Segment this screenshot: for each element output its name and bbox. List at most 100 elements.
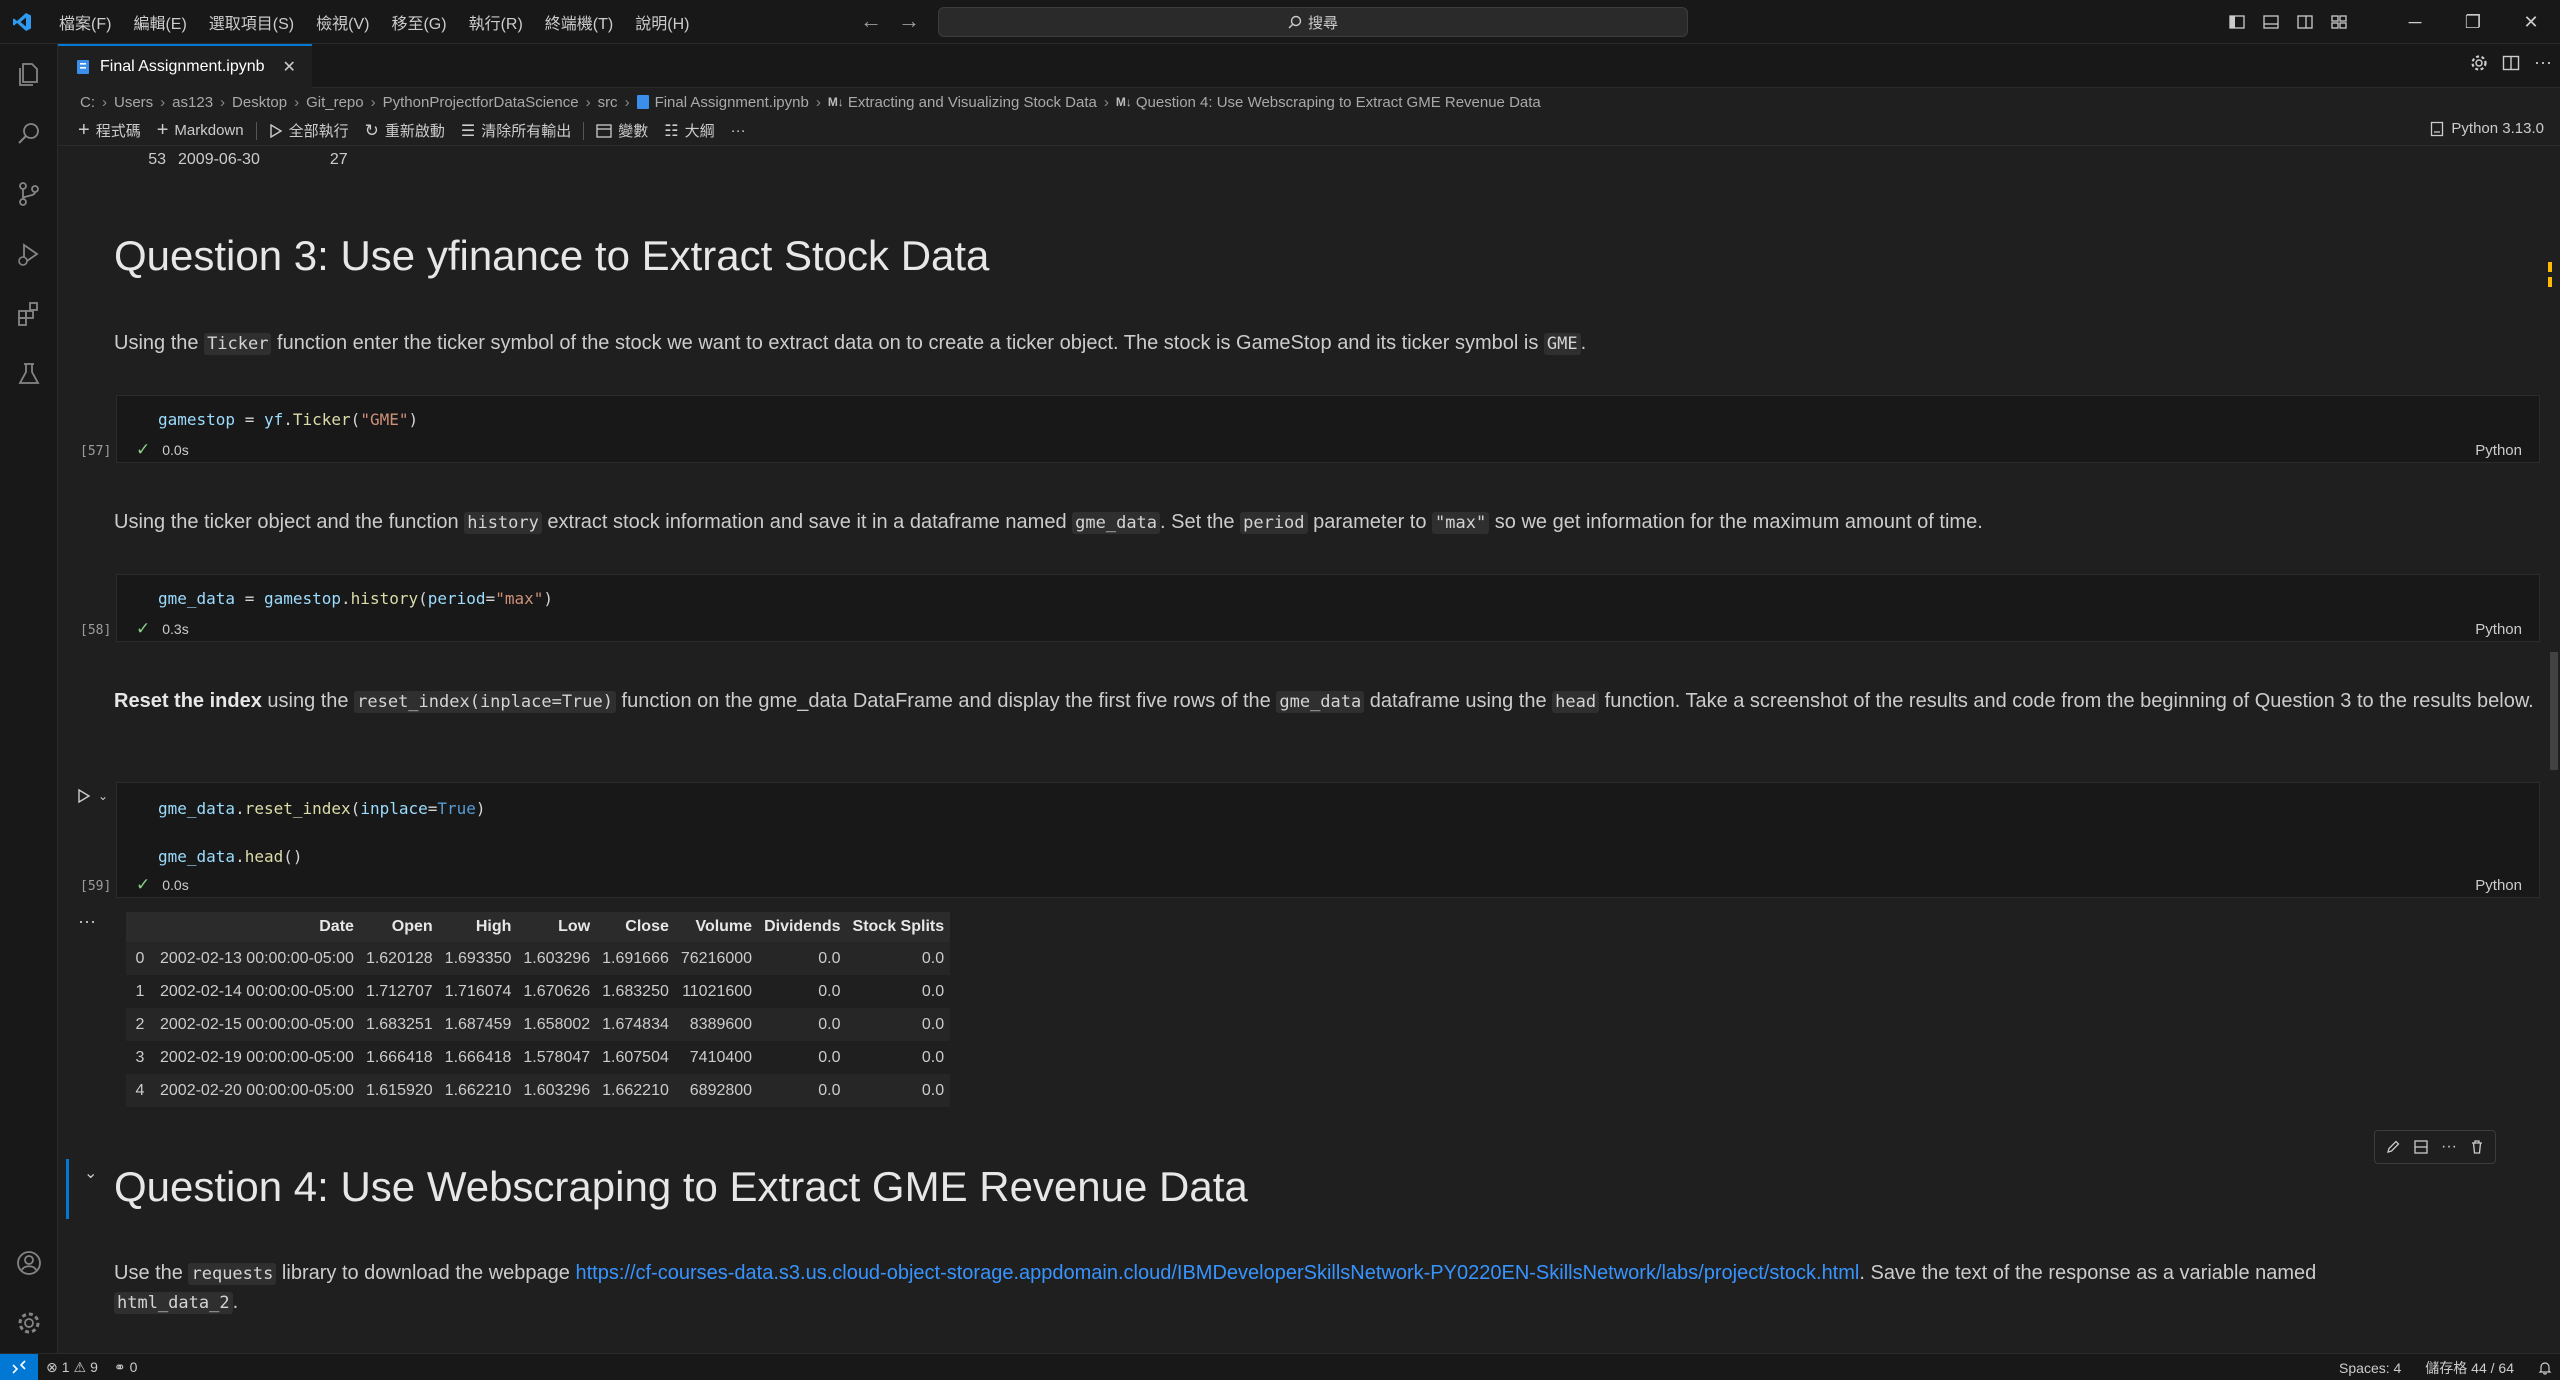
- breadcrumb-item[interactable]: as123: [172, 94, 213, 111]
- forward-arrow-icon[interactable]: →: [898, 8, 920, 34]
- toggle-secondary-sidebar-icon[interactable]: [2288, 14, 2322, 30]
- toggle-panel-icon[interactable]: [2254, 14, 2288, 30]
- indentation-indicator[interactable]: Spaces: 4: [2331, 1360, 2409, 1376]
- q3-paragraph-3: Reset the index using the reset_index(in…: [114, 690, 2534, 713]
- plus-icon: +: [156, 119, 169, 141]
- extensions-icon[interactable]: [0, 284, 58, 344]
- inline-code: requests: [188, 1263, 277, 1285]
- toggle-primary-sidebar-icon[interactable]: [2220, 14, 2254, 30]
- split-editor-icon[interactable]: [2502, 54, 2520, 72]
- breadcrumb-subsection[interactable]: Question 4: Use Webscraping to Extract G…: [1136, 94, 1541, 111]
- title-bar: 檔案(F) 編輯(E) 選取項目(S) 檢視(V) 移至(G) 執行(R) 終端…: [0, 0, 2560, 44]
- command-center-search[interactable]: 搜尋: [938, 7, 1688, 37]
- column-header: Low: [517, 912, 597, 942]
- dataframe-output: Date Open High Low Close Volume Dividend…: [126, 912, 951, 1107]
- minimize-icon[interactable]: ─: [2386, 0, 2444, 44]
- breadcrumb-item[interactable]: Users: [114, 94, 153, 111]
- table-row: 0 2002-02-13 00:00:00-05:00 1.620128 1.6933…: [126, 942, 951, 975]
- menu-file[interactable]: 檔案(F): [50, 6, 120, 38]
- cell-language[interactable]: Python: [2475, 442, 2522, 459]
- customize-layout-icon[interactable]: [2322, 14, 2356, 30]
- check-icon: ✓: [136, 875, 151, 894]
- q3-paragraph-1: Using the Ticker function enter the tick…: [114, 332, 1587, 355]
- toolbar-more-button[interactable]: ···: [723, 122, 754, 139]
- stock-page-link[interactable]: https://cf-courses-data.s3.us.cloud-obje…: [575, 1262, 1859, 1284]
- table-row: 4 2002-02-20 00:00:00-05:00 1.615920 1.6622…: [126, 1074, 951, 1107]
- split-cell-icon[interactable]: [2413, 1139, 2429, 1155]
- cell-position-indicator[interactable]: 儲存格 44 / 64: [2417, 1358, 2522, 1378]
- cell-language[interactable]: Python: [2475, 877, 2522, 894]
- breadcrumb-item[interactable]: PythonProjectforDataScience: [383, 94, 579, 111]
- restart-button[interactable]: ↻ 重新啟動: [357, 120, 453, 141]
- chevron-down-icon[interactable]: ⌄: [98, 789, 108, 803]
- breadcrumb-item[interactable]: Git_repo: [306, 94, 364, 111]
- overview-ruler-mark: [2548, 262, 2552, 272]
- accounts-icon[interactable]: [0, 1233, 58, 1293]
- output-actions-icon[interactable]: ···: [78, 911, 96, 932]
- inline-code: period: [1240, 512, 1308, 534]
- code-cell-58[interactable]: [116, 574, 2540, 642]
- cell-57-code[interactable]: gamestop = yf.Ticker("GME"): [158, 410, 418, 429]
- breadcrumb-item[interactable]: Desktop: [232, 94, 287, 111]
- vertical-scrollbar[interactable]: [2546, 147, 2560, 1353]
- more-actions-icon[interactable]: ···: [2534, 53, 2552, 72]
- table-row: 2 2002-02-15 00:00:00-05:00 1.683251 1.6874…: [126, 1008, 951, 1041]
- cell-59-code[interactable]: gme_data.reset_index(inplace=True) gme_d…: [158, 797, 486, 869]
- scrollbar-thumb[interactable]: [2550, 652, 2558, 770]
- explorer-icon[interactable]: [0, 44, 58, 104]
- breadcrumb-item[interactable]: src: [598, 94, 618, 111]
- column-header: [126, 912, 154, 942]
- kernel-icon: [2431, 121, 2444, 136]
- breadcrumb-file[interactable]: Final Assignment.ipynb: [655, 94, 809, 111]
- run-cell-icon[interactable]: ⌄: [76, 788, 108, 804]
- tab-final-assignment[interactable]: Final Assignment.ipynb ✕: [58, 44, 312, 88]
- kernel-picker[interactable]: Python 3.13.0: [2430, 120, 2544, 137]
- collapse-chevron-icon[interactable]: ⌄: [84, 1163, 97, 1183]
- settings-gear-icon[interactable]: [0, 1293, 58, 1353]
- tab-label: Final Assignment.ipynb: [100, 58, 265, 75]
- outline-button[interactable]: ☷ 大綱: [656, 120, 722, 141]
- row-value: 27: [329, 151, 348, 168]
- cell-language[interactable]: Python: [2475, 621, 2522, 638]
- add-code-cell-button[interactable]: + 程式碼: [70, 119, 149, 142]
- add-markdown-cell-button[interactable]: + Markdown: [149, 119, 252, 142]
- run-all-button[interactable]: 全部執行: [261, 120, 357, 141]
- source-control-icon[interactable]: [0, 164, 58, 224]
- run-debug-icon[interactable]: [0, 224, 58, 284]
- problems-indicator[interactable]: ⊗ 1 ⚠ 9: [38, 1359, 106, 1376]
- remote-indicator-icon[interactable]: [0, 1353, 38, 1380]
- menu-edit[interactable]: 編輯(E): [124, 6, 195, 38]
- menu-go[interactable]: 移至(G): [382, 6, 455, 38]
- delete-trash-icon[interactable]: [2469, 1139, 2485, 1155]
- menu-run[interactable]: 執行(R): [460, 6, 532, 38]
- menu-terminal[interactable]: 終端機(T): [536, 6, 622, 38]
- cell-more-icon[interactable]: ···: [2441, 1138, 2457, 1156]
- search-view-icon[interactable]: [0, 104, 58, 164]
- error-icon: ⊗: [46, 1358, 58, 1375]
- restore-icon[interactable]: ❐: [2444, 0, 2502, 44]
- inline-code: head: [1552, 691, 1600, 713]
- cell-58-code[interactable]: gme_data = gamestop.history(period="max"…: [158, 589, 553, 608]
- breadcrumb-section[interactable]: Extracting and Visualizing Stock Data: [848, 94, 1097, 111]
- notifications-bell-icon[interactable]: [2530, 1361, 2560, 1375]
- close-window-icon[interactable]: ✕: [2502, 0, 2560, 44]
- notebook-settings-gear-icon[interactable]: [2470, 54, 2488, 72]
- vscode-window: 檔案(F) 編輯(E) 選取項目(S) 檢視(V) 移至(G) 執行(R) 終端…: [0, 0, 2560, 1380]
- broadcast-icon: ⚭: [113, 1358, 126, 1375]
- back-arrow-icon[interactable]: ←: [860, 8, 882, 34]
- menu-help[interactable]: 說明(H): [626, 6, 698, 38]
- menu-selection[interactable]: 選取項目(S): [200, 6, 303, 38]
- variables-icon: [596, 123, 612, 138]
- testing-flask-icon[interactable]: [0, 344, 58, 404]
- variables-button[interactable]: 變數: [588, 120, 656, 141]
- ports-indicator[interactable]: ⚭ 0: [106, 1359, 146, 1376]
- menu-view[interactable]: 檢視(V): [307, 6, 378, 38]
- q4-paragraph-1: Use the requests library to download the…: [114, 1262, 2317, 1314]
- clear-outputs-button[interactable]: ☰ 清除所有輸出: [453, 120, 579, 141]
- breadcrumb-item[interactable]: C:: [80, 94, 95, 111]
- close-tab-icon[interactable]: ✕: [283, 57, 296, 77]
- edit-pencil-icon[interactable]: [2385, 1139, 2401, 1155]
- inline-code: history: [464, 512, 542, 534]
- table-header-row: Date Open High Low Close Volume Dividend…: [126, 912, 951, 942]
- code-cell-57[interactable]: [116, 395, 2540, 463]
